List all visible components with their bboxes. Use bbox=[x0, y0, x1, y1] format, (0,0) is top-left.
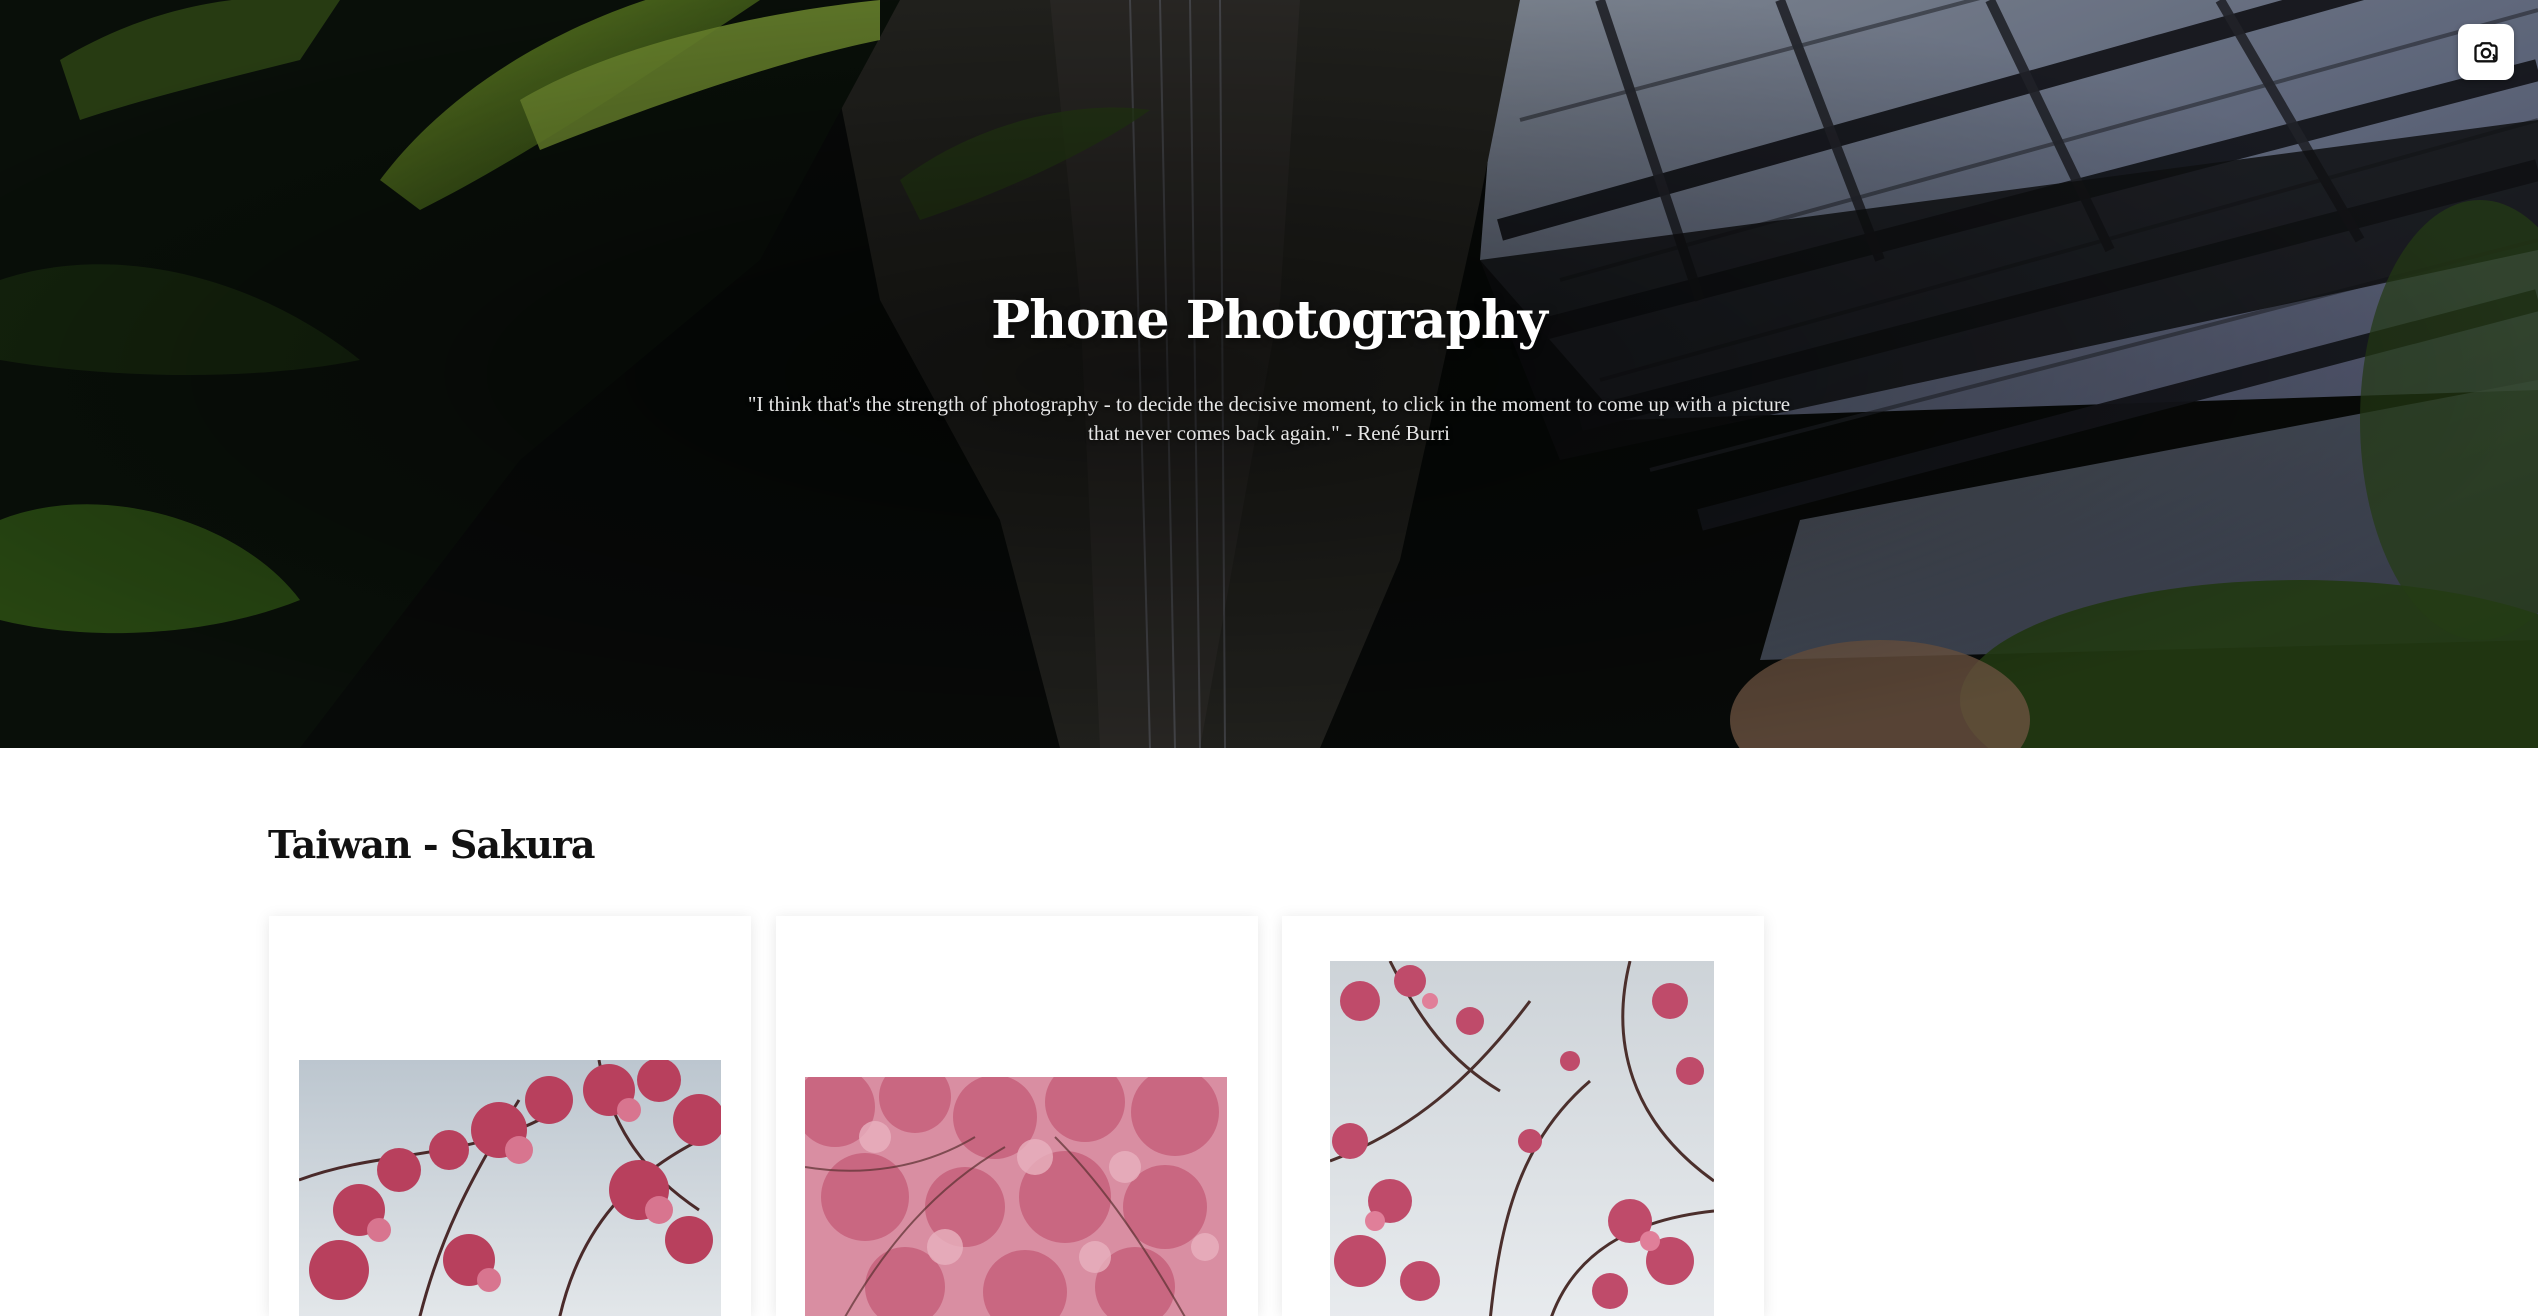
hero-quote: "I think that's the strength of photogra… bbox=[700, 390, 1838, 448]
hero-background-image bbox=[0, 0, 2538, 748]
sakura-photo-1-image bbox=[299, 1060, 721, 1316]
sakura-photo-3[interactable] bbox=[1330, 961, 1714, 1316]
sakura-photo-3-image bbox=[1330, 961, 1714, 1316]
sakura-photo-2[interactable] bbox=[805, 1077, 1227, 1316]
photo-card[interactable] bbox=[776, 916, 1258, 1316]
hero-quote-line-2: that never comes back again." - René Bur… bbox=[1088, 421, 1450, 445]
page-title: Phone Photography bbox=[991, 290, 1548, 351]
camera-icon bbox=[2474, 42, 2498, 63]
hero-quote-line-1: "I think that's the strength of photogra… bbox=[747, 392, 1791, 416]
section-title: Taiwan - Sakura bbox=[268, 822, 596, 867]
photo-card[interactable] bbox=[1282, 916, 1764, 1316]
sakura-photo-1[interactable] bbox=[299, 1060, 721, 1316]
sakura-photo-2-image bbox=[805, 1077, 1227, 1316]
hero-banner: Phone Photography "I think that's the st… bbox=[0, 0, 2538, 748]
photo-card[interactable] bbox=[269, 916, 751, 1316]
camera-button[interactable] bbox=[2458, 24, 2514, 80]
